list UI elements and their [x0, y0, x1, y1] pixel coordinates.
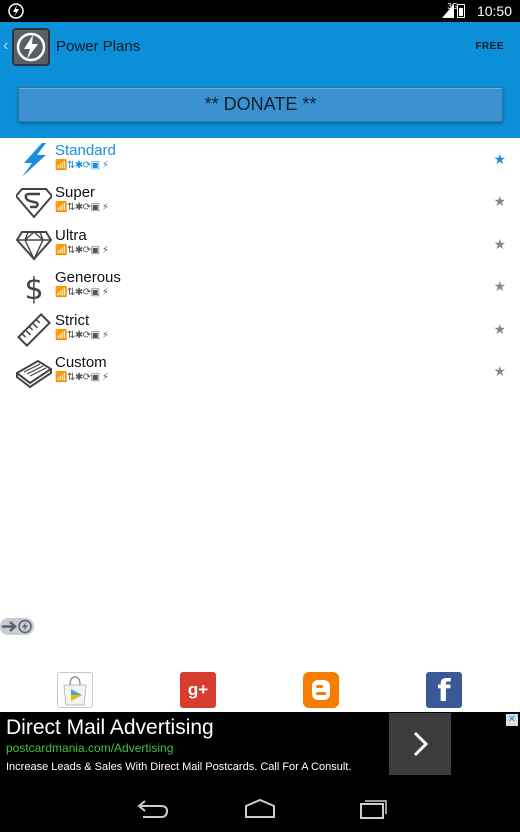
- ad-headline[interactable]: Direct Mail Advertising: [6, 715, 214, 741]
- battery-icon: [457, 4, 465, 18]
- google-plus-icon[interactable]: g+: [180, 672, 216, 708]
- ad-description: Increase Leads & Sales With Direct Mail …: [6, 761, 352, 773]
- star-icon[interactable]: ★: [493, 236, 506, 253]
- facebook-icon[interactable]: f: [426, 672, 462, 709]
- diamond-icon: [16, 230, 52, 261]
- star-icon[interactable]: ★: [493, 151, 506, 168]
- clock: 10:50: [476, 3, 512, 19]
- plan-status-icons: 📶⇅✱⟳▣ ⚡: [55, 287, 109, 299]
- plan-list: Standard 📶⇅✱⟳▣ ⚡ ★ Super 📶⇅✱⟳▣ ⚡ ★ Ultra…: [0, 139, 520, 393]
- plan-name: Standard: [55, 142, 116, 159]
- ruler-icon: [17, 312, 51, 347]
- plan-item-strict[interactable]: Strict 📶⇅✱⟳▣ ⚡ ★: [0, 309, 520, 351]
- plan-status-icons: 📶⇅✱⟳▣ ⚡: [55, 244, 109, 256]
- ad-banner[interactable]: Direct Mail Advertising postcardmania.co…: [0, 712, 520, 778]
- ad-url[interactable]: postcardmania.com/Advertising: [6, 741, 173, 755]
- signal-icon: [442, 4, 454, 18]
- navigation-bar: [0, 778, 520, 832]
- plan-name: Strict: [55, 311, 90, 329]
- plan-name: Generous: [55, 269, 121, 287]
- action-bar: ‹ Power Plans FREE ** DONATE **: [0, 22, 520, 138]
- plan-status-icons: 📶⇅✱⟳▣ ⚡: [55, 160, 109, 171]
- chevron-right-icon: [413, 731, 429, 757]
- plan-name: Super: [55, 184, 96, 202]
- plan-item-generous[interactable]: $ Generous 📶⇅✱⟳▣ ⚡ ★: [0, 266, 520, 308]
- app-icon: [8, 3, 24, 19]
- donate-button[interactable]: ** DONATE **: [18, 87, 503, 122]
- star-icon[interactable]: ★: [493, 193, 506, 210]
- back-icon[interactable]: [131, 798, 171, 820]
- star-icon[interactable]: ★: [493, 363, 506, 380]
- back-caret-icon[interactable]: ‹: [3, 37, 8, 55]
- ad-close-icon[interactable]: ✕: [506, 714, 518, 726]
- share-bar: g+ f: [0, 672, 520, 710]
- dollar-icon: $: [24, 272, 43, 304]
- app-title: Power Plans: [56, 38, 141, 55]
- plan-item-custom[interactable]: Custom 📶⇅✱⟳▣ ⚡ ★: [0, 351, 520, 393]
- ad-open-button[interactable]: [389, 713, 451, 775]
- lightning-icon: [22, 143, 46, 177]
- plan-name: Custom: [55, 353, 107, 371]
- home-icon[interactable]: [240, 798, 280, 820]
- plan-status-icons: 📶⇅✱⟳▣ ⚡: [55, 329, 109, 341]
- floating-widget-icon[interactable]: [0, 618, 34, 635]
- app-logo-icon[interactable]: [12, 28, 50, 66]
- blogger-icon[interactable]: [303, 672, 339, 708]
- plan-name: Ultra: [55, 226, 87, 244]
- recents-icon[interactable]: [351, 798, 391, 820]
- plan-status-icons: 📶⇅✱⟳▣ ⚡: [55, 371, 109, 383]
- plan-status-icons: 📶⇅✱⟳▣ ⚡: [55, 202, 109, 214]
- star-icon[interactable]: ★: [493, 278, 506, 295]
- notepad-icon: [16, 359, 52, 389]
- plan-item-standard[interactable]: Standard 📶⇅✱⟳▣ ⚡ ★: [0, 139, 520, 181]
- free-badge[interactable]: FREE: [475, 41, 504, 52]
- star-icon[interactable]: ★: [493, 321, 506, 338]
- superman-icon: [16, 188, 52, 219]
- svg-text:$: $: [24, 272, 43, 304]
- plan-item-ultra[interactable]: Ultra 📶⇅✱⟳▣ ⚡ ★: [0, 224, 520, 266]
- status-bar: 3G 10:50: [0, 0, 520, 22]
- plan-item-super[interactable]: Super 📶⇅✱⟳▣ ⚡ ★: [0, 181, 520, 223]
- google-play-icon[interactable]: [57, 672, 93, 708]
